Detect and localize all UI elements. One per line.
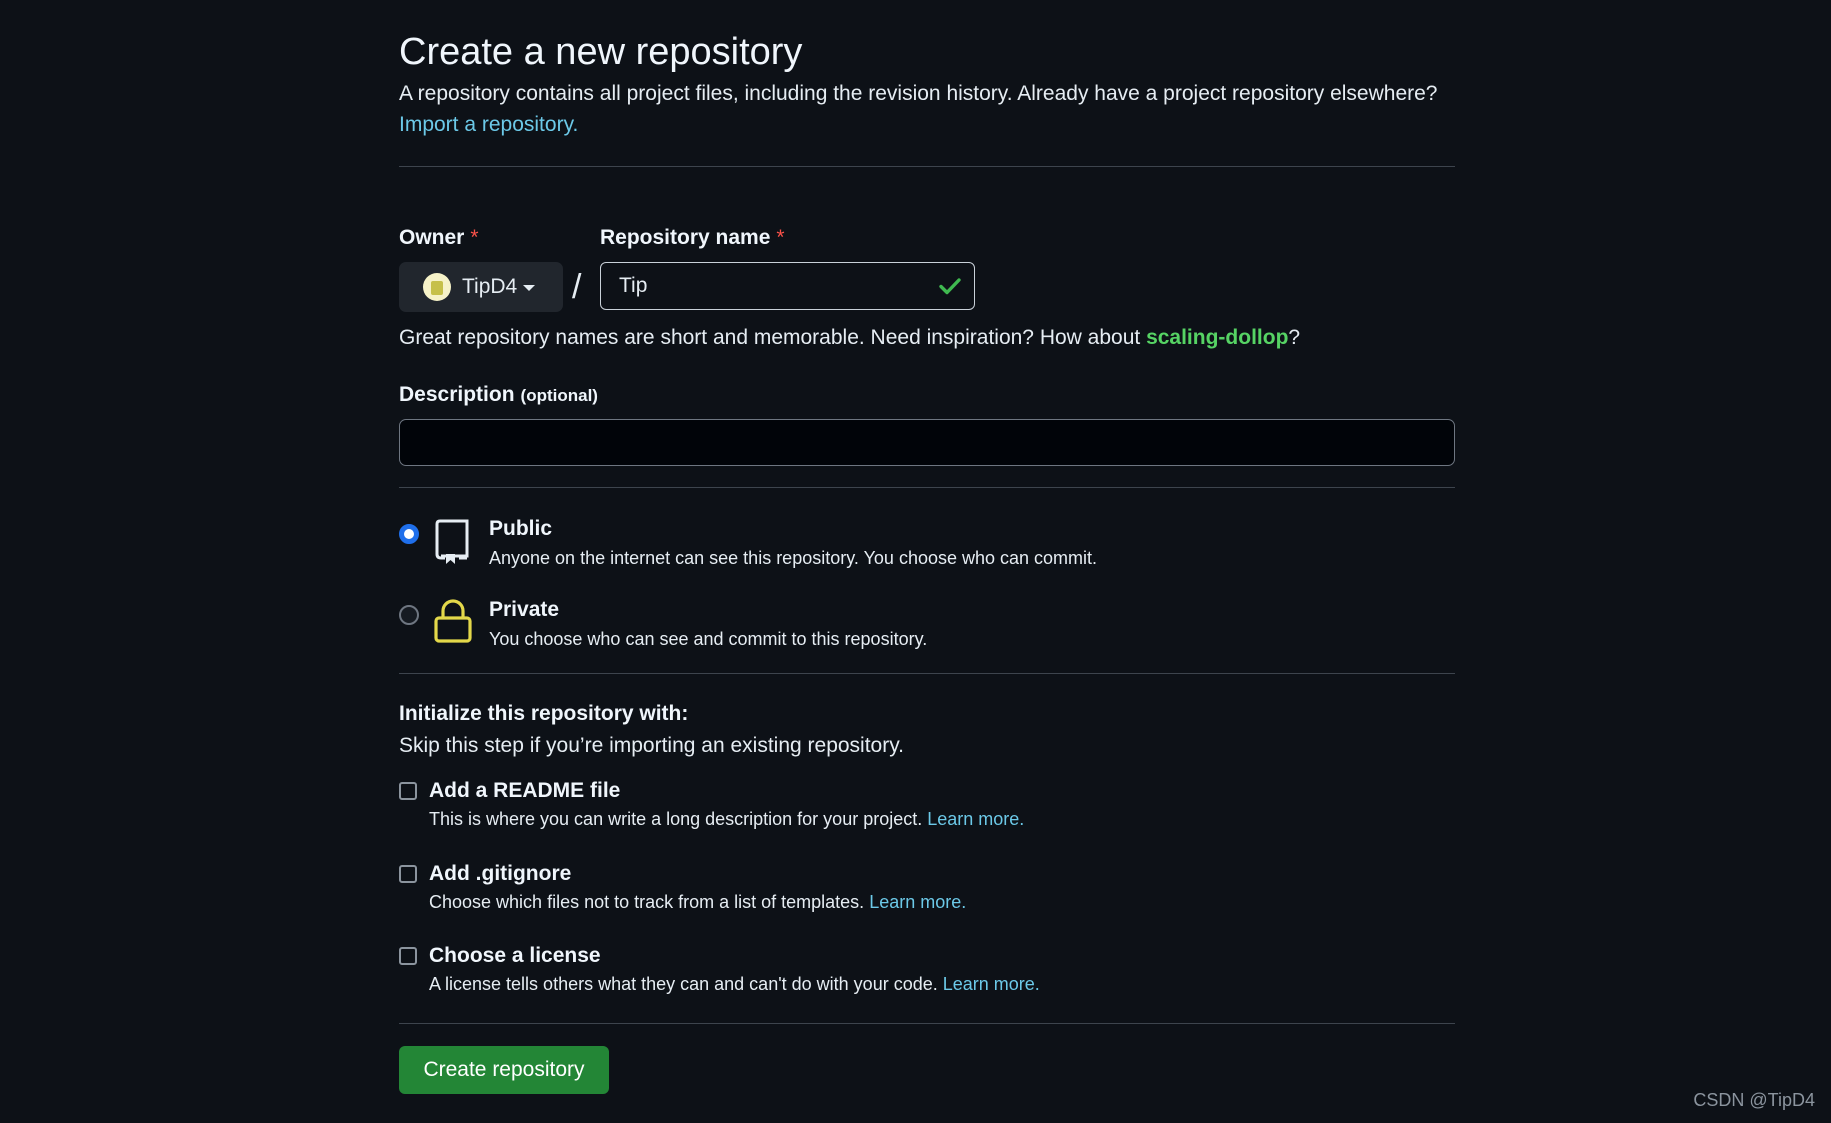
required-mark: * [776, 226, 785, 249]
subtitle-text: A repository contains all project files,… [399, 82, 1438, 105]
gitignore-title: Add .gitignore [429, 862, 572, 885]
description-input[interactable] [399, 419, 1455, 466]
gitignore-desc-text: Choose which files not to track from a l… [429, 892, 865, 912]
owner-name: TipD4 [462, 275, 518, 298]
owner-label: Owner * [399, 226, 479, 250]
license-title: Choose a license [429, 944, 601, 967]
readme-desc-text: This is where you can write a long descr… [429, 809, 923, 829]
license-desc: A license tells others what they can and… [429, 974, 1040, 995]
license-learn-more-link[interactable]: Learn more. [943, 974, 1040, 994]
optional-tag: (optional) [520, 386, 598, 405]
gitignore-learn-more-link[interactable]: Learn more. [869, 892, 966, 912]
create-repository-button[interactable]: Create repository [399, 1046, 609, 1094]
page-title: Create a new repository [399, 31, 803, 73]
description-label: Description (optional) [399, 383, 598, 407]
public-desc: Anyone on the internet can see this repo… [489, 548, 1098, 568]
divider [399, 166, 1455, 167]
gitignore-checkbox[interactable] [399, 865, 417, 883]
check-icon [939, 278, 961, 295]
page-subtitle: A repository contains all project files,… [399, 78, 1459, 140]
name-hint-text: Great repository names are short and mem… [399, 326, 1147, 349]
public-radio[interactable] [399, 524, 419, 544]
readme-checkbox[interactable] [399, 782, 417, 800]
repository-name-value: Tip [619, 274, 648, 297]
initialize-heading: Initialize this repository with: [399, 702, 689, 725]
divider [399, 487, 1455, 488]
name-hint: Great repository names are short and mem… [399, 326, 1300, 350]
divider [399, 1023, 1455, 1024]
import-repository-link[interactable]: Import a repository. [399, 113, 578, 136]
gitignore-desc: Choose which files not to track from a l… [429, 892, 966, 913]
license-checkbox[interactable] [399, 947, 417, 965]
name-hint-suffix: ? [1288, 326, 1301, 349]
readme-title: Add a README file [429, 779, 621, 802]
caret-down-icon [523, 285, 536, 291]
readme-learn-more-link[interactable]: Learn more. [927, 809, 1024, 829]
private-title: Private [489, 598, 560, 621]
repo-name-label-text: Repository name [600, 226, 771, 249]
lock-icon [434, 599, 472, 643]
owner-repo-separator: / [572, 268, 582, 306]
required-mark: * [470, 226, 479, 249]
owner-label-text: Owner [399, 226, 465, 249]
readme-desc: This is where you can write a long descr… [429, 809, 1024, 830]
license-desc-text: A license tells others what they can and… [429, 974, 938, 994]
initialize-subtext: Skip this step if you’re importing an ex… [399, 734, 905, 757]
repo-icon [435, 519, 469, 564]
owner-dropdown[interactable]: TipD4 [399, 262, 563, 312]
private-radio[interactable] [399, 605, 419, 625]
repository-name-input[interactable]: Tip [600, 262, 975, 310]
public-title: Public [489, 517, 553, 540]
private-desc: You choose who can see and commit to thi… [489, 629, 928, 649]
avatar [423, 273, 451, 301]
divider [399, 673, 1455, 674]
description-label-text: Description [399, 383, 515, 406]
watermark: CSDN @TipD4 [1693, 1090, 1815, 1110]
name-suggestion-link[interactable]: scaling-dollop [1146, 326, 1288, 349]
repo-name-label: Repository name * [600, 226, 785, 250]
